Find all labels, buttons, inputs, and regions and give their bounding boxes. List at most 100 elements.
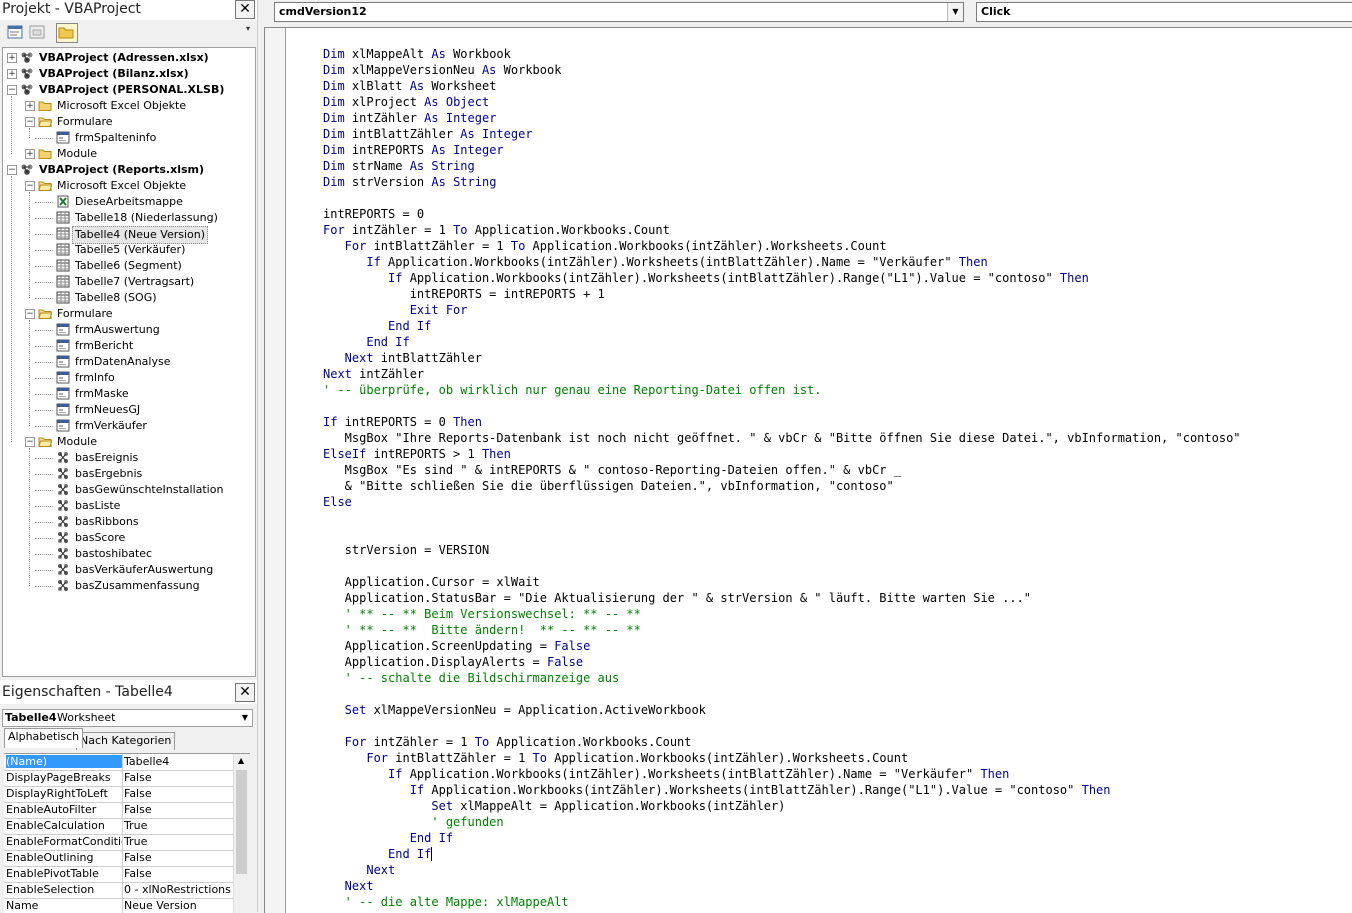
code-keyword: Next [323, 351, 381, 365]
close-properties-button[interactable]: ✕ [235, 683, 255, 702]
object-combobox[interactable]: cmdVersion12 ▼ [274, 2, 964, 22]
close-project-explorer-button[interactable]: ✕ [235, 0, 255, 19]
tree-item-label: Microsoft Excel Objekte [57, 99, 187, 112]
collapse-icon[interactable]: − [25, 181, 35, 191]
code-text-segment: xlMappeAlt = Application.Workbooks(intZä… [460, 799, 786, 813]
property-row[interactable]: EnableAutoFilter False [4, 802, 234, 819]
procedure-combobox[interactable]: Click [976, 2, 1352, 22]
toggle-folders-button[interactable] [56, 23, 78, 43]
code-line: Dim intREPORTS As Integer [323, 142, 1241, 158]
property-row[interactable]: DisplayPageBreaks False [4, 770, 234, 787]
collapse-icon[interactable]: − [7, 85, 17, 95]
chevron-down-icon[interactable]: ▼ [947, 3, 963, 21]
code-keyword: For [323, 735, 374, 749]
pane-splitter[interactable] [257, 0, 263, 912]
property-value[interactable]: True [124, 819, 147, 832]
code-keyword: As [424, 111, 446, 125]
code-line: Dim xlMappeAlt As Workbook [323, 46, 1241, 62]
property-row[interactable]: EnableOutlining False [4, 850, 234, 867]
tree-item-label: Tabelle8 (SOG) [75, 291, 157, 304]
folder-open-icon [38, 435, 53, 448]
expand-icon[interactable]: + [25, 149, 35, 159]
property-row[interactable]: EnableCalculation True [4, 818, 234, 835]
code-line: Dim intZähler As Integer [323, 110, 1241, 126]
scrollbar-thumb[interactable] [236, 770, 247, 874]
expand-icon[interactable]: + [7, 69, 17, 79]
object-combobox-value: cmdVersion12 [279, 5, 367, 18]
code-text-segment: intZähler [359, 367, 425, 381]
property-row[interactable]: EnableSelection 0 - xlNoRestrictions [4, 882, 234, 899]
code-line: Dim strName As String [323, 158, 1241, 174]
tree-item-label: VBAProject (Bilanz.xlsx) [39, 67, 189, 80]
code-margin-indicator-bar[interactable] [265, 28, 286, 913]
code-keyword: Then [1059, 271, 1089, 285]
property-row[interactable]: DisplayRightToLeft False [4, 786, 234, 803]
project-tree: + VBAProject (Adressen.xlsx) + VBAProject (… [2, 47, 256, 677]
tree-item-label: basZusammenfassung [75, 579, 200, 592]
property-value[interactable]: 0 - xlNoRestrictions [124, 883, 231, 896]
tree-connector [35, 138, 53, 139]
property-row[interactable]: EnableFormatConditionsTrue [4, 834, 234, 851]
chevron-down-icon: ▼ [241, 713, 249, 722]
code-text-segment: intZähler = 1 [373, 735, 475, 749]
code-text-segment: Application.DisplayAlerts = [323, 655, 547, 669]
view-code-button[interactable] [6, 24, 26, 42]
code-text-segment: intZähler [351, 111, 425, 125]
tree-connector [35, 266, 53, 267]
property-value[interactable]: Neue Version [124, 899, 197, 912]
code-text[interactable]: Dim xlMappeAlt As Workbook Dim xlMappeVer… [323, 46, 1241, 910]
scroll-up-icon[interactable]: ▲ [238, 756, 244, 765]
toolbar-overflow-icon[interactable]: ▾ [246, 24, 256, 42]
code-keyword: Then [481, 447, 511, 461]
property-value[interactable]: False [124, 851, 152, 864]
code-keyword: Then [1081, 783, 1111, 797]
code-line: Next intBlattZähler [323, 350, 1241, 366]
project-explorer-toolbar: ▾ [0, 20, 257, 46]
collapse-icon[interactable]: − [7, 165, 17, 175]
expand-icon[interactable]: + [7, 53, 17, 63]
property-value[interactable]: False [124, 787, 152, 800]
property-value[interactable]: False [124, 803, 152, 816]
code-keyword: To [510, 239, 533, 253]
code-keyword: As [431, 143, 454, 157]
collapse-icon[interactable]: − [25, 437, 35, 447]
code-keyword: End If [323, 319, 432, 333]
property-value[interactable]: False [124, 771, 152, 784]
code-line: Set xlMappeVersionNeu = Application.Acti… [323, 702, 1241, 718]
property-row[interactable]: Name Neue Version [4, 898, 234, 913]
project-explorer-titlebar: Projekt - VBAProject ✕ [0, 0, 257, 20]
object-selector[interactable]: Tabelle4 Worksheet ▼ [2, 709, 253, 727]
property-value[interactable]: Tabelle4 [124, 755, 169, 768]
view-object-button[interactable] [28, 24, 48, 42]
code-line: End If [323, 846, 1241, 862]
code-text-segment: xlMappeAlt [351, 47, 432, 61]
sheet-icon [56, 211, 70, 224]
tree-connector [35, 586, 53, 587]
property-row[interactable]: (Name) Tabelle4 [4, 754, 234, 771]
collapse-icon[interactable]: − [25, 117, 35, 127]
tab-alphabetisch[interactable]: Alphabetisch [4, 728, 84, 748]
property-row[interactable]: EnablePivotTable False [4, 866, 234, 883]
property-value[interactable]: True [124, 835, 147, 848]
code-keyword: Exit For [323, 303, 468, 317]
code-line: If Application.Workbooks(intZähler).Work… [323, 270, 1241, 286]
tab-nach-kategorien[interactable]: Nach Kategorien [76, 732, 176, 750]
code-line: ' ** -- ** Bitte ändern! ** -- ** -- ** [323, 622, 1241, 638]
folder-open-icon [38, 307, 53, 320]
code-keyword: For [323, 751, 396, 765]
module-icon [56, 451, 70, 464]
project-explorer-pane: Projekt - VBAProject ✕ ▾ + VBAProject (Ad… [0, 0, 257, 678]
code-text-segment: intZähler = 1 [351, 223, 454, 237]
code-line: ' gefunden [323, 814, 1241, 830]
collapse-icon[interactable]: − [25, 309, 35, 319]
code-editor[interactable]: Dim xlMappeAlt As Workbook Dim xlMappeVer… [264, 27, 1352, 913]
code-keyword: Dim [323, 159, 352, 173]
expand-icon[interactable]: + [25, 101, 35, 111]
code-keyword: Dim [323, 111, 352, 125]
property-divider [122, 866, 123, 882]
code-keyword: Dim [323, 175, 352, 189]
code-text-segment: Worksheet [431, 79, 497, 93]
property-value[interactable]: False [124, 867, 152, 880]
properties-scrollbar[interactable]: ▲ [233, 754, 250, 913]
